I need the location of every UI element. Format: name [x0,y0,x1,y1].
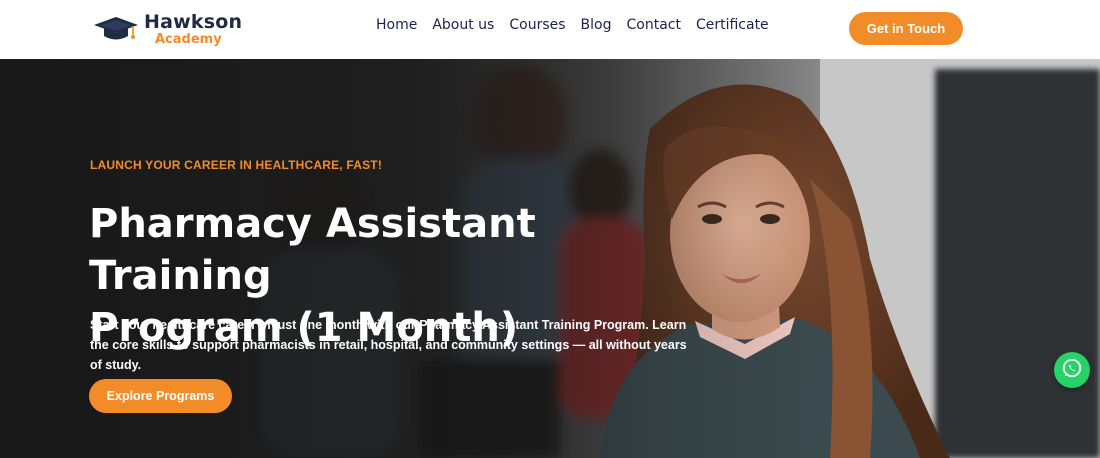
explore-programs-button[interactable]: Explore Programs [89,379,232,413]
hero-section: LAUNCH YOUR CAREER IN HEALTHCARE, FAST! … [0,59,1100,458]
nav-contact[interactable]: Contact [626,17,680,33]
hero-eyebrow: LAUNCH YOUR CAREER IN HEALTHCARE, FAST! [90,158,383,172]
logo[interactable]: Hawkson Academy [92,12,242,46]
nav-about-us[interactable]: About us [432,17,494,33]
hero-description: Start your healthcare career in just one… [90,318,687,372]
main-nav: Home About us Courses Blog Contact Certi… [376,17,784,33]
nav-courses[interactable]: Courses [509,17,565,33]
nav-certificate[interactable]: Certificate [696,17,769,33]
nav-home[interactable]: Home [376,17,417,33]
whatsapp-chat-button[interactable] [1054,352,1090,388]
logo-subtitle: Academy [155,31,222,47]
logo-name: Hawkson [144,10,243,33]
graduation-cap-icon [92,14,140,44]
hero-title-line-1: Pharmacy Assistant Training [89,201,536,299]
whatsapp-icon [1061,357,1083,384]
get-in-touch-button[interactable]: Get in Touch [849,12,963,45]
site-header: Hawkson Academy Home About us Courses Bl… [0,0,1100,59]
nav-blog[interactable]: Blog [581,17,612,33]
